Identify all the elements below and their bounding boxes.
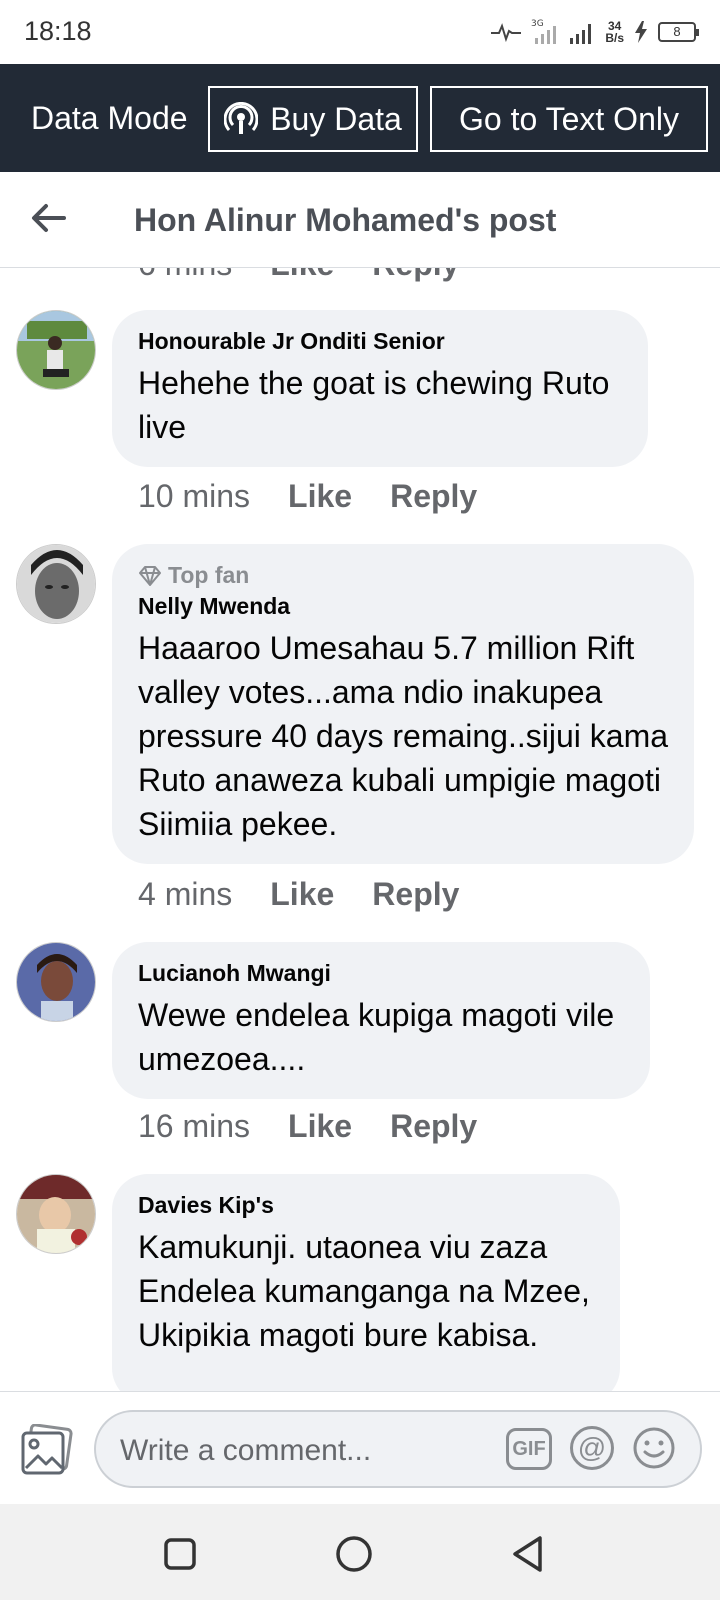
reply-button[interactable]: Reply bbox=[372, 268, 459, 283]
like-button[interactable]: Like bbox=[288, 1108, 352, 1145]
mention-icon[interactable]: @ bbox=[570, 1426, 614, 1470]
comment-text: Haaaroo Umesahau 5.7 million Rift valley… bbox=[138, 630, 669, 842]
photo-icon[interactable] bbox=[20, 1423, 74, 1476]
comment-author[interactable]: Honourable Jr Onditi Senior bbox=[138, 328, 622, 355]
page-title: Hon Alinur Mohamed's post bbox=[134, 202, 557, 238]
battery-icon: 8 bbox=[658, 22, 699, 42]
top-fan-badge: Top fan bbox=[138, 562, 668, 589]
comment-time: 16 mins bbox=[138, 1108, 251, 1144]
home-icon[interactable] bbox=[332, 1532, 376, 1576]
like-button[interactable]: Like bbox=[270, 268, 334, 283]
buy-data-label: Buy Data bbox=[270, 100, 402, 137]
comment-bubble[interactable]: Honourable Jr Onditi Senior Hehehe the g… bbox=[112, 310, 648, 467]
reply-button[interactable]: Reply bbox=[372, 876, 459, 913]
text-only-label: Go to Text Only bbox=[459, 100, 679, 137]
comment-meta: 4 mins Like Reply bbox=[138, 876, 459, 913]
comment-time: 10 mins bbox=[138, 478, 251, 514]
signal-icon: 3G bbox=[531, 19, 557, 44]
comment-bubble[interactable]: Lucianoh Mwangi Wewe endelea kupiga mago… bbox=[112, 942, 650, 1099]
avatar[interactable] bbox=[16, 942, 96, 1022]
signal-icon bbox=[570, 24, 592, 44]
comment-text: Hehehe the goat is chewing Ruto live bbox=[138, 365, 610, 445]
reply-button[interactable]: Reply bbox=[390, 1108, 477, 1145]
status-bar: 18:18 3G 34 B/s 8 bbox=[0, 0, 720, 64]
post-header: Hon Alinur Mohamed's post bbox=[0, 172, 720, 268]
comment-bubble[interactable]: Davies Kip's Kamukunji. utaonea viu zaza… bbox=[112, 1174, 620, 1391]
recent-apps-icon[interactable] bbox=[158, 1532, 202, 1576]
like-button[interactable]: Like bbox=[270, 876, 334, 913]
charging-icon bbox=[635, 21, 647, 43]
comment-input[interactable]: Write a comment... GIF @ bbox=[94, 1410, 702, 1488]
avatar[interactable] bbox=[16, 1174, 96, 1254]
comment-composer: Write a comment... GIF @ bbox=[0, 1391, 720, 1504]
back-arrow-icon[interactable] bbox=[26, 196, 70, 240]
data-mode-label: Data Mode bbox=[31, 100, 188, 136]
comment-author[interactable]: Davies Kip's bbox=[138, 1192, 594, 1219]
comment-author[interactable]: Lucianoh Mwangi bbox=[138, 960, 624, 987]
activity-icon bbox=[491, 23, 522, 42]
system-nav-bar bbox=[0, 1504, 720, 1600]
broadcast-icon bbox=[224, 102, 259, 136]
comment-meta: 10 mins Like Reply bbox=[138, 478, 477, 515]
comment-placeholder: Write a comment... bbox=[120, 1434, 372, 1467]
comment-meta: 6 mins Like Reply bbox=[138, 268, 459, 283]
comment-text: Wewe endelea kupiga magoti vile umezoea.… bbox=[138, 997, 615, 1077]
text-only-button[interactable]: Go to Text Only bbox=[430, 86, 708, 152]
emoji-icon[interactable] bbox=[632, 1426, 676, 1470]
like-button[interactable]: Like bbox=[288, 478, 352, 515]
avatar[interactable] bbox=[16, 310, 96, 390]
data-mode-bar: Data Mode Buy Data Go to Text Only bbox=[0, 64, 720, 172]
svg-text:3G: 3G bbox=[531, 19, 544, 29]
reply-button[interactable]: Reply bbox=[390, 478, 477, 515]
network-speed: 34 B/s bbox=[605, 19, 624, 45]
comment-time: 6 mins bbox=[138, 268, 232, 283]
buy-data-button[interactable]: Buy Data bbox=[208, 86, 418, 152]
comment-list[interactable]: 6 mins Like Reply Honourable Jr Onditi S… bbox=[0, 268, 720, 1391]
back-nav-icon[interactable] bbox=[506, 1532, 550, 1576]
gif-icon[interactable]: GIF bbox=[506, 1428, 552, 1470]
comment-text: Kamukunji. utaonea viu zaza Endelea kuma… bbox=[138, 1229, 590, 1353]
status-icons: 3G 34 B/s 8 bbox=[491, 14, 699, 50]
status-time: 18:18 bbox=[24, 16, 92, 46]
diamond-icon bbox=[139, 565, 161, 586]
avatar[interactable] bbox=[16, 544, 96, 624]
comment-author[interactable]: Nelly Mwenda bbox=[138, 593, 668, 620]
comment-bubble[interactable]: Top fan Nelly Mwenda Haaaroo Umesahau 5.… bbox=[112, 544, 694, 864]
comment-meta: 16 mins Like Reply bbox=[138, 1108, 477, 1145]
comment-time: 4 mins bbox=[138, 876, 233, 912]
badge-label: Top fan bbox=[168, 562, 250, 588]
